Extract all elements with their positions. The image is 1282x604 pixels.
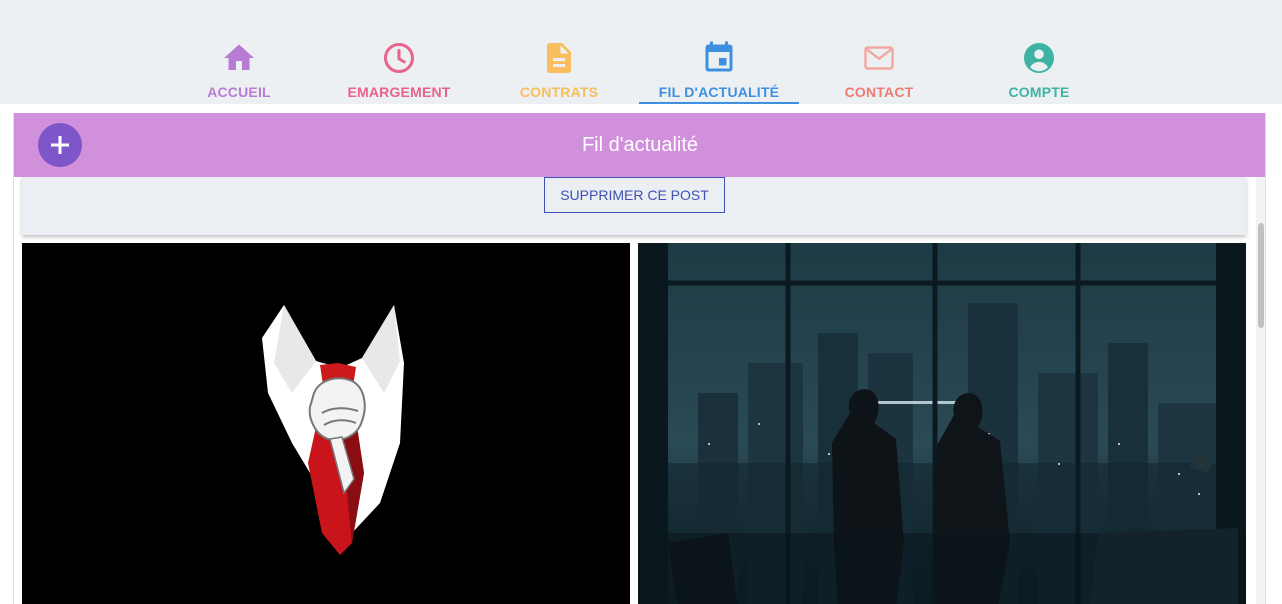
clock-icon xyxy=(384,43,414,73)
top-navigation: ACCUEIL EMARGEMENT CONTRATS FIL D'ACTUAL… xyxy=(0,0,1282,104)
delete-post-button[interactable]: SUPPRIMER CE POST xyxy=(544,177,725,213)
feed-panel: Fil d'actualité SUPPRIMER CE POST xyxy=(13,113,1266,604)
nav-item-fil-actualite[interactable]: FIL D'ACTUALITÉ xyxy=(639,36,799,104)
city-window-scene xyxy=(638,243,1246,604)
nav-label-emargement: EMARGEMENT xyxy=(347,84,451,100)
tie-illustration xyxy=(22,243,630,604)
feed-header: Fil d'actualité xyxy=(14,113,1265,177)
post-image-city-window[interactable] xyxy=(638,243,1246,604)
nav-item-contrats[interactable]: CONTRATS xyxy=(479,36,639,104)
nav-item-emargement[interactable]: EMARGEMENT xyxy=(319,36,479,104)
mail-icon xyxy=(864,46,894,70)
active-tab-indicator xyxy=(639,102,799,104)
feed-title: Fil d'actualité xyxy=(581,134,699,156)
nav-label-accueil: ACCUEIL xyxy=(207,84,271,100)
nav-item-accueil[interactable]: ACCUEIL xyxy=(159,36,319,104)
nav-label-fil-actualite: FIL D'ACTUALITÉ xyxy=(658,84,780,100)
feed-scrollbar-thumb[interactable] xyxy=(1258,223,1264,328)
nav-item-contact[interactable]: CONTACT xyxy=(799,36,959,104)
document-icon xyxy=(547,43,571,73)
home-icon xyxy=(224,44,254,70)
nav-label-compte: COMPTE xyxy=(1008,84,1070,100)
nav-label-contact: CONTACT xyxy=(844,84,914,100)
feed-scrollbar[interactable] xyxy=(1256,177,1265,604)
nav-item-compte[interactable]: COMPTE xyxy=(959,36,1119,104)
post-image-tie[interactable] xyxy=(22,243,630,604)
nav-label-contrats: CONTRATS xyxy=(519,84,599,100)
post-card: SUPPRIMER CE POST xyxy=(22,177,1246,235)
calendar-icon xyxy=(705,41,733,72)
account-icon xyxy=(1024,43,1054,73)
